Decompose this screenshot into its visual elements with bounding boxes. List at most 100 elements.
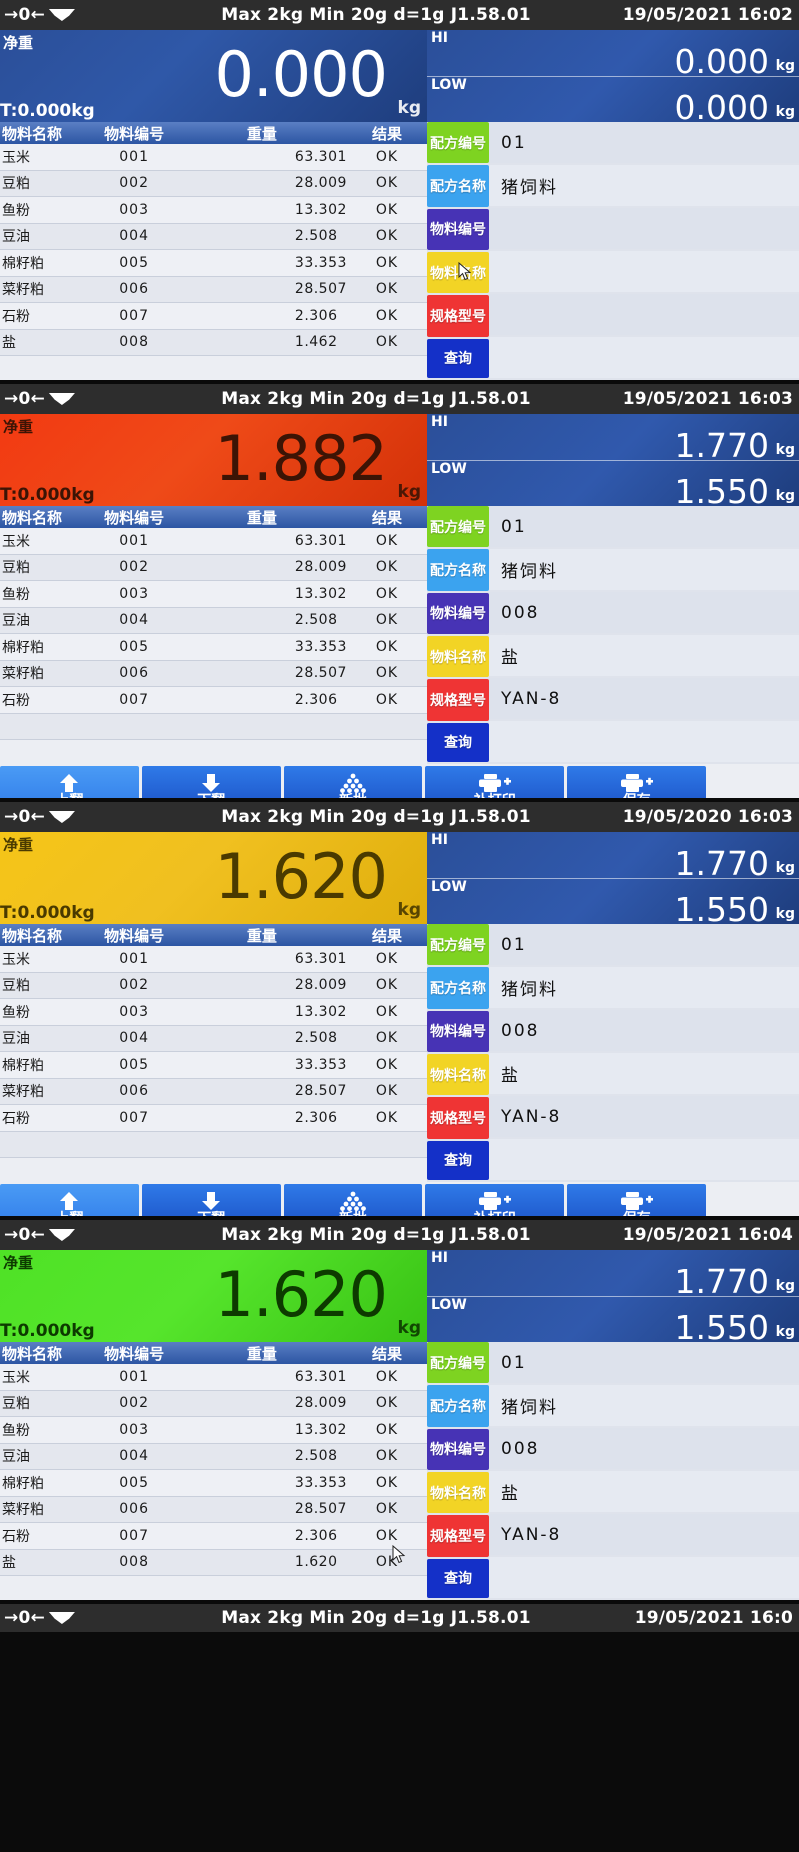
label-material-name[interactable]: 物料名称 bbox=[427, 635, 489, 678]
query-button[interactable]: 查询 bbox=[427, 338, 489, 378]
value-recipe-name[interactable]: 猪饲料 bbox=[489, 165, 799, 206]
label-spec-model[interactable]: 规格型号 bbox=[427, 1097, 489, 1139]
button-printer-plus[interactable]: 保存 bbox=[567, 1184, 706, 1216]
recipe-form-values: 01 猪饲料 008 盐 YAN-8 bbox=[489, 924, 799, 1182]
table-row[interactable]: 豆粕 002 28.009 OK bbox=[0, 1390, 427, 1417]
table-row[interactable]: 玉米 001 63.301 OK bbox=[0, 946, 427, 973]
label-spec-model[interactable]: 规格型号 bbox=[427, 679, 489, 721]
table-row[interactable]: 玉米 001 63.301 OK bbox=[0, 144, 427, 171]
button-printer-plus[interactable]: 保存 bbox=[567, 766, 706, 798]
table-row[interactable]: 石粉 007 2.306 OK bbox=[0, 302, 427, 330]
label-material-no[interactable]: 物料编号 bbox=[427, 1428, 489, 1470]
high-limit-unit: kg bbox=[775, 859, 795, 876]
value-material-name[interactable]: 盐 bbox=[489, 1471, 799, 1512]
value-recipe-name[interactable]: 猪饲料 bbox=[489, 1385, 799, 1426]
value-spec-model[interactable] bbox=[489, 294, 799, 335]
value-recipe-name[interactable]: 猪饲料 bbox=[489, 549, 799, 590]
cell-material-name: 豆粕 bbox=[0, 170, 92, 197]
table-row[interactable]: 菜籽粕 006 28.507 OK bbox=[0, 660, 427, 687]
table-row[interactable]: 菜籽粕 006 28.507 OK bbox=[0, 1078, 427, 1105]
table-row[interactable]: 豆油 004 2.508 OK bbox=[0, 607, 427, 634]
table-row[interactable]: 盐 008 1.462 OK bbox=[0, 329, 427, 356]
value-material-name[interactable]: 盐 bbox=[489, 1053, 799, 1094]
button-arrow-down[interactable]: 下翻 bbox=[141, 1184, 281, 1216]
value-recipe-no[interactable]: 01 bbox=[489, 924, 799, 965]
cell-result: OK bbox=[346, 1364, 427, 1391]
table-row[interactable]: 鱼粉 003 13.302 OK bbox=[0, 1416, 427, 1444]
table-row[interactable]: 豆油 004 2.508 OK bbox=[0, 223, 427, 250]
value-recipe-no[interactable]: 01 bbox=[489, 506, 799, 547]
label-recipe-name[interactable]: 配方名称 bbox=[427, 1385, 489, 1427]
value-material-no[interactable]: 008 bbox=[489, 592, 799, 633]
table-row[interactable]: 豆油 004 2.508 OK bbox=[0, 1025, 427, 1052]
label-spec-model[interactable]: 规格型号 bbox=[427, 1515, 489, 1557]
label-recipe-name[interactable]: 配方名称 bbox=[427, 165, 489, 207]
table-row[interactable]: 棉籽粕 005 33.353 OK bbox=[0, 1469, 427, 1497]
table-row[interactable]: 玉米 001 63.301 OK bbox=[0, 528, 427, 555]
table-row[interactable]: 鱼粉 003 13.302 OK bbox=[0, 196, 427, 224]
label-recipe-no[interactable]: 配方编号 bbox=[427, 506, 489, 548]
table-row[interactable]: 棉籽粕 005 33.353 OK bbox=[0, 633, 427, 661]
cell-material-no: 007 bbox=[91, 302, 177, 330]
value-material-name[interactable]: 盐 bbox=[489, 635, 799, 676]
table-row[interactable] bbox=[0, 713, 427, 740]
table-row[interactable]: 菜籽粕 006 28.507 OK bbox=[0, 1496, 427, 1523]
label-recipe-no[interactable]: 配方编号 bbox=[427, 1342, 489, 1384]
cell-weight: 63.301 bbox=[176, 1364, 347, 1391]
value-recipe-no[interactable]: 01 bbox=[489, 1342, 799, 1383]
value-material-no[interactable]: 008 bbox=[489, 1428, 799, 1469]
value-material-name[interactable] bbox=[489, 251, 799, 292]
table-row[interactable]: 棉籽粕 005 33.353 OK bbox=[0, 1051, 427, 1079]
label-material-name[interactable]: 物料名称 bbox=[427, 1053, 489, 1096]
button-arrow-down[interactable]: 下翻 bbox=[141, 766, 281, 798]
value-spec-model[interactable]: YAN-8 bbox=[489, 678, 799, 719]
value-material-no[interactable]: 008 bbox=[489, 1010, 799, 1051]
table-row[interactable]: 菜籽粕 006 28.507 OK bbox=[0, 276, 427, 303]
value-recipe-no[interactable]: 01 bbox=[489, 122, 799, 163]
table-row[interactable]: 鱼粉 003 13.302 OK bbox=[0, 998, 427, 1026]
button-batch-stack[interactable]: 新批 bbox=[283, 1184, 423, 1216]
cell-material-name: 豆粕 bbox=[0, 1390, 92, 1417]
table-row[interactable]: 玉米 001 63.301 OK bbox=[0, 1364, 427, 1391]
table-row[interactable]: 盐 008 1.620 OK bbox=[0, 1549, 427, 1576]
query-button[interactable]: 查询 bbox=[427, 1558, 489, 1598]
table-row[interactable]: 鱼粉 003 13.302 OK bbox=[0, 580, 427, 608]
label-recipe-name[interactable]: 配方名称 bbox=[427, 967, 489, 1009]
value-recipe-name[interactable]: 猪饲料 bbox=[489, 967, 799, 1008]
label-material-no[interactable]: 物料编号 bbox=[427, 208, 489, 250]
label-material-no[interactable]: 物料编号 bbox=[427, 1010, 489, 1052]
header-weight: 重量 bbox=[176, 122, 347, 144]
button-printer-plus[interactable]: 补打印 bbox=[425, 766, 565, 798]
table-row[interactable]: 豆粕 002 28.009 OK bbox=[0, 554, 427, 581]
table-row[interactable]: 豆粕 002 28.009 OK bbox=[0, 972, 427, 999]
label-spec-model[interactable]: 规格型号 bbox=[427, 295, 489, 337]
status-indicators: →0← bbox=[0, 389, 174, 409]
button-arrow-up[interactable]: 上翻 bbox=[0, 766, 139, 798]
table-row[interactable]: 豆油 004 2.508 OK bbox=[0, 1443, 427, 1470]
button-batch-stack[interactable]: 新批 bbox=[283, 766, 423, 798]
stable-indicator-icon bbox=[48, 9, 75, 21]
button-printer-plus[interactable]: 补打印 bbox=[425, 1184, 565, 1216]
status-bar: →0← Max 2kg Min 20g d=1g J1.58.01 19/05/20… bbox=[0, 1220, 799, 1250]
table-row[interactable]: 石粉 007 2.306 OK bbox=[0, 686, 427, 714]
table-row[interactable]: 石粉 007 2.306 OK bbox=[0, 1522, 427, 1550]
label-material-no[interactable]: 物料编号 bbox=[427, 592, 489, 634]
label-recipe-name[interactable]: 配方名称 bbox=[427, 549, 489, 591]
table-row[interactable]: 豆粕 002 28.009 OK bbox=[0, 170, 427, 197]
panel-body: 物料名称 物料编号 重量 结果 玉米 001 63.301 OK 豆粕 002 28.009 OK 鱼粉… bbox=[0, 1342, 799, 1600]
query-button[interactable]: 查询 bbox=[427, 1140, 489, 1180]
value-spec-model[interactable]: YAN-8 bbox=[489, 1096, 799, 1137]
low-limit-value: 0.000 bbox=[674, 88, 769, 127]
value-spec-model[interactable]: YAN-8 bbox=[489, 1514, 799, 1555]
label-recipe-no[interactable]: 配方编号 bbox=[427, 122, 489, 164]
label-material-name[interactable]: 物料名称 bbox=[427, 251, 489, 294]
value-material-no[interactable] bbox=[489, 208, 799, 249]
panel-body: 物料名称 物料编号 重量 结果 玉米 001 63.301 OK 豆粕 002 28.009 OK 鱼粉… bbox=[0, 506, 799, 764]
query-button[interactable]: 查询 bbox=[427, 722, 489, 762]
label-recipe-no[interactable]: 配方编号 bbox=[427, 924, 489, 966]
table-row[interactable] bbox=[0, 1131, 427, 1158]
label-material-name[interactable]: 物料名称 bbox=[427, 1471, 489, 1514]
table-row[interactable]: 石粉 007 2.306 OK bbox=[0, 1104, 427, 1132]
table-row[interactable]: 棉籽粕 005 33.353 OK bbox=[0, 249, 427, 277]
button-arrow-up[interactable]: 上翻 bbox=[0, 1184, 139, 1216]
